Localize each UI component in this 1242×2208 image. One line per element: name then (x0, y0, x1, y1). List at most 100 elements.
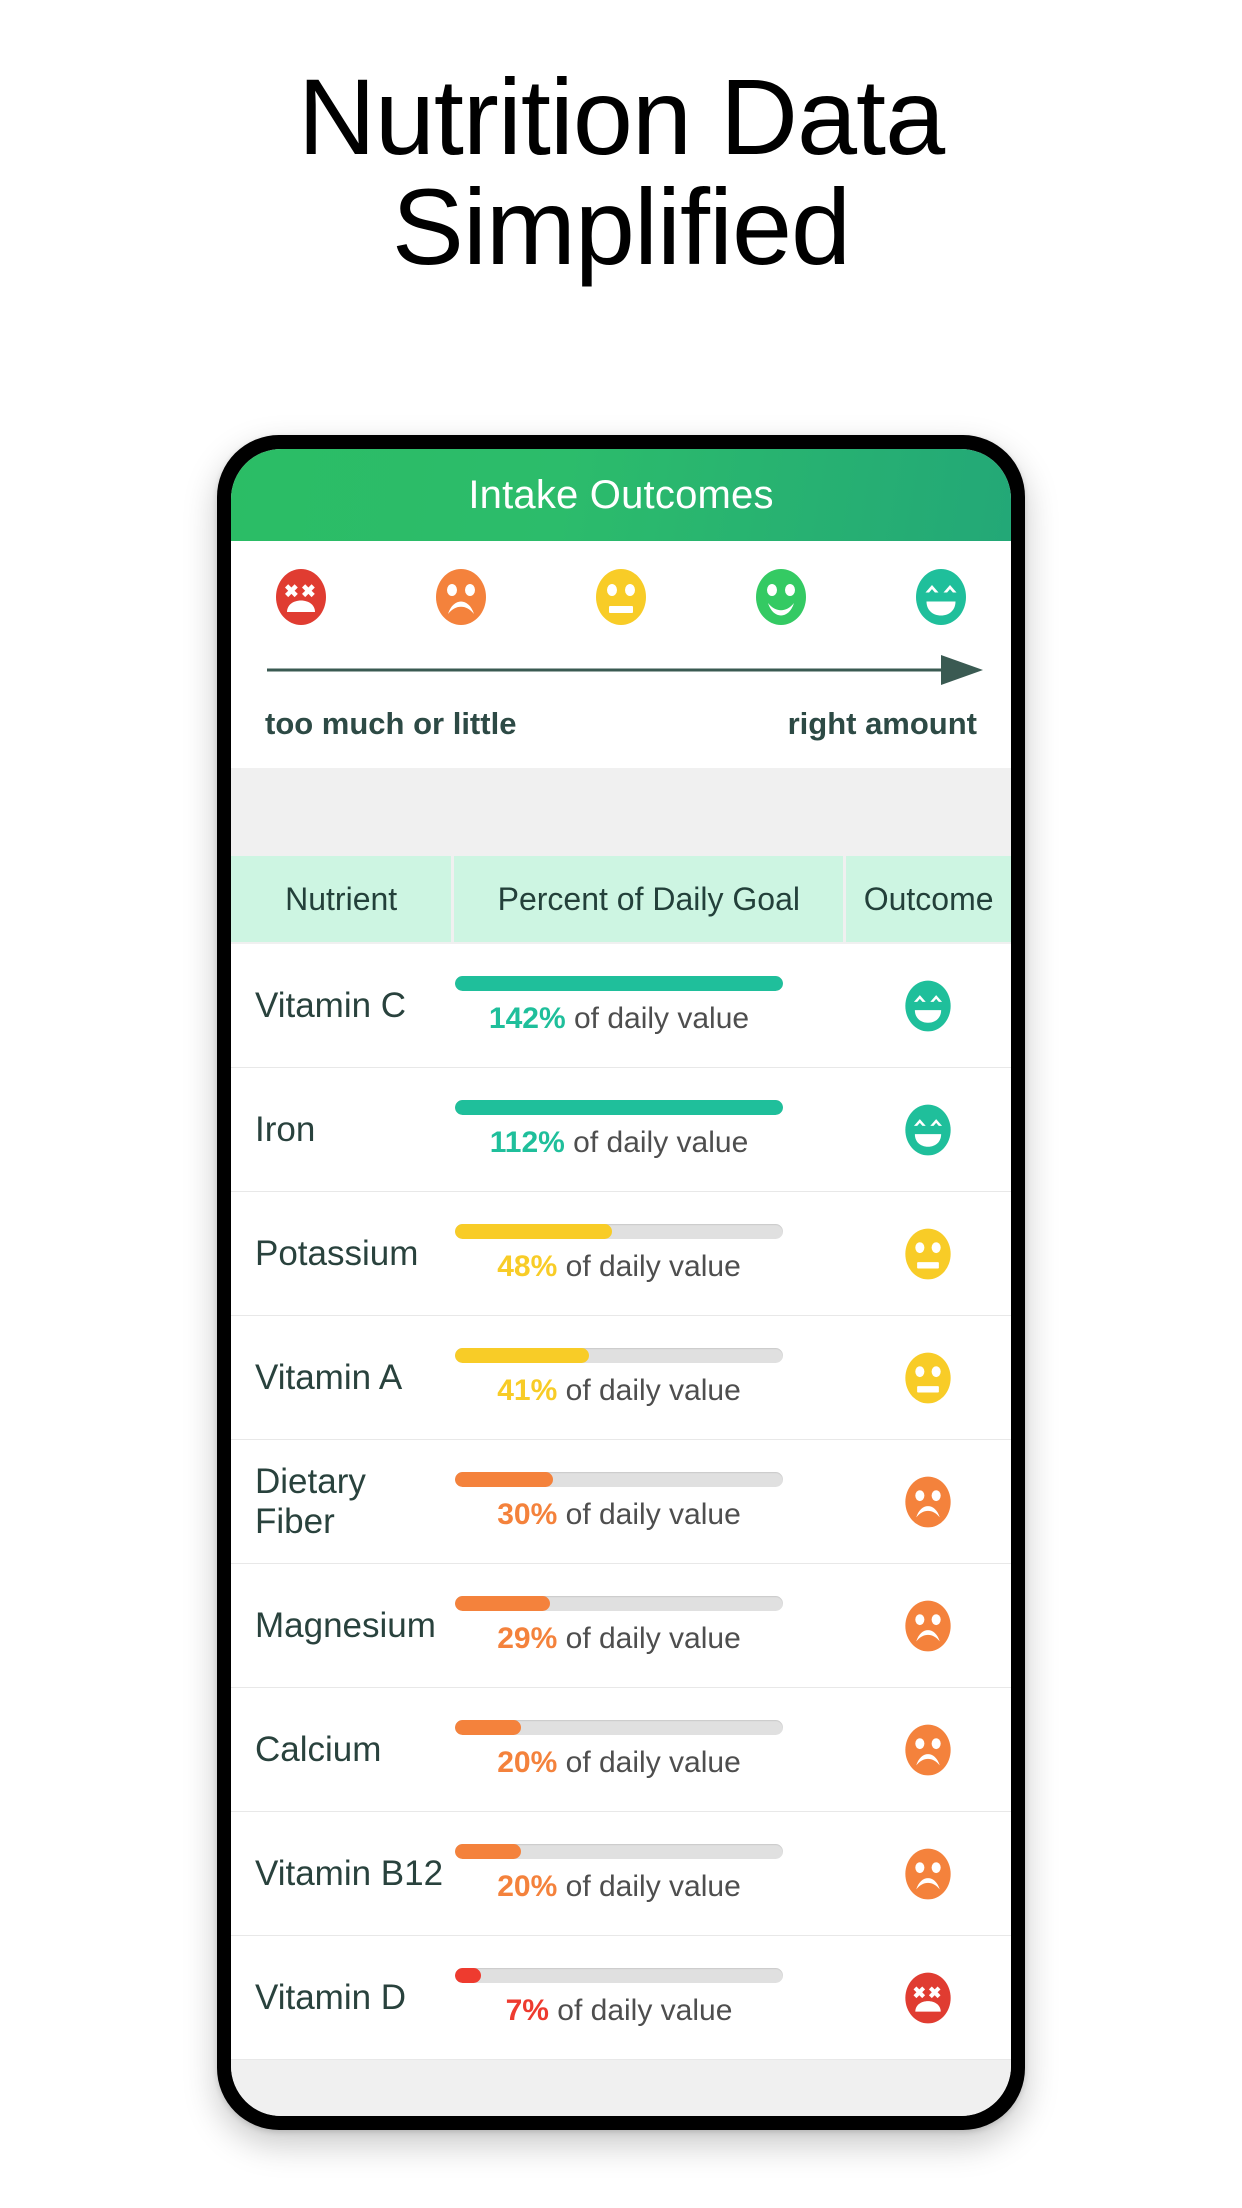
percent-caption: 30% of daily value (453, 1498, 785, 1532)
cell-percent: 41% of daily value (453, 1347, 845, 1408)
cell-percent: 29% of daily value (453, 1595, 845, 1656)
percent-suffix: of daily value (573, 1125, 749, 1159)
app-bar-title: Intake Outcomes (468, 472, 774, 517)
face-dead-red-icon (899, 1969, 957, 2027)
cell-percent: 142% of daily value (453, 975, 845, 1036)
cell-outcome (845, 977, 1011, 1035)
column-header-percent: Percent of Daily Goal (454, 856, 844, 942)
phone-body: Intake Outcomes too much or little right… (217, 435, 1025, 2130)
percent-value: 41% (497, 1373, 558, 1407)
cell-nutrient-name: Dietary Fiber (255, 1461, 366, 1541)
table-row[interactable]: Vitamin C 142% of daily value (231, 944, 1011, 1068)
outcome-legend-card: too much or little right amount (231, 541, 1011, 768)
face-sad-orange-icon (899, 1845, 957, 1903)
face-neutral-yellow-icon (589, 565, 653, 629)
table-body: Vitamin C 142% of daily value Iron 112% … (231, 944, 1011, 2060)
progress-bar-fill (455, 975, 783, 991)
progress-bar-track (455, 1099, 783, 1115)
legend-scale-arrow (261, 653, 983, 692)
table-row[interactable]: Vitamin B12 20% of daily value (231, 1812, 1011, 1936)
table-row[interactable]: Calcium 20% of daily value (231, 1688, 1011, 1812)
percent-suffix: of daily value (565, 1373, 741, 1407)
progress-bar-track (455, 1347, 783, 1363)
percent-suffix: of daily value (565, 1745, 741, 1779)
cell-outcome (845, 1597, 1011, 1655)
percent-value: 30% (497, 1497, 558, 1531)
progress-bar-track (455, 1719, 783, 1735)
percent-suffix: of daily value (557, 1993, 733, 2027)
nutrient-table: Nutrient Percent of Daily Goal Outcome V… (231, 856, 1011, 2060)
percent-caption: 29% of daily value (453, 1622, 785, 1656)
progress-bar-track (455, 1223, 783, 1239)
cell-percent: 48% of daily value (453, 1223, 845, 1284)
percent-value: 29% (497, 1621, 558, 1655)
progress-bar-track (455, 1967, 783, 1983)
percent-value: 20% (497, 1745, 558, 1779)
percent-suffix: of daily value (565, 1621, 741, 1655)
face-grin-teal-icon (899, 977, 957, 1035)
app-bar: Intake Outcomes (231, 449, 1011, 541)
table-header-row: Nutrient Percent of Daily Goal Outcome (231, 856, 1011, 944)
cell-outcome (845, 1969, 1011, 2027)
cell-nutrient-name: Vitamin D (255, 1977, 407, 2017)
face-grin-teal-icon (909, 565, 973, 629)
progress-bar-track (455, 1843, 783, 1859)
percent-caption: 112% of daily value (453, 1126, 785, 1160)
face-sad-orange-icon (429, 565, 493, 629)
percent-value: 7% (505, 1993, 549, 2027)
face-sad-orange-icon (899, 1473, 957, 1531)
cell-outcome (845, 1845, 1011, 1903)
page-title: Nutrition Data Simplified (0, 0, 1242, 282)
face-smile-green-icon (749, 565, 813, 629)
face-neutral-yellow-icon (899, 1349, 957, 1407)
progress-bar-fill (455, 1843, 521, 1859)
table-row[interactable]: Iron 112% of daily value (231, 1068, 1011, 1192)
cell-nutrient-name: Potassium (255, 1233, 419, 1273)
percent-caption: 7% of daily value (453, 1994, 785, 2028)
cell-nutrient-name: Iron (255, 1109, 316, 1149)
percent-value: 112% (489, 1125, 565, 1159)
progress-bar-fill (455, 1471, 554, 1487)
face-sad-orange-icon (899, 1721, 957, 1779)
cell-percent: 30% of daily value (453, 1471, 845, 1532)
cell-outcome (845, 1101, 1011, 1159)
percent-value: 20% (497, 1869, 558, 1903)
cell-percent: 7% of daily value (453, 1967, 845, 2028)
percent-suffix: of daily value (565, 1869, 741, 1903)
cell-percent: 20% of daily value (453, 1719, 845, 1780)
percent-caption: 48% of daily value (453, 1250, 785, 1284)
percent-caption: 20% of daily value (453, 1870, 785, 1904)
percent-suffix: of daily value (565, 1497, 741, 1531)
column-header-nutrient: Nutrient (231, 856, 452, 942)
screen-bottom-area (231, 2060, 1011, 2116)
percent-value: 142% (488, 1001, 566, 1035)
progress-bar-fill (455, 1223, 613, 1239)
cell-percent: 112% of daily value (453, 1099, 845, 1160)
table-row[interactable]: Magnesium 29% of daily value (231, 1564, 1011, 1688)
phone-mockup: Intake Outcomes too much or little right… (217, 435, 1025, 2145)
progress-bar-track (455, 975, 783, 991)
percent-suffix: of daily value (565, 1249, 741, 1283)
phone-screen: Intake Outcomes too much or little right… (231, 449, 1011, 2116)
table-row[interactable]: Vitamin D 7% of daily value (231, 1936, 1011, 2060)
cell-percent: 20% of daily value (453, 1843, 845, 1904)
face-dead-red-icon (269, 565, 333, 629)
legend-label-left: too much or little (265, 706, 517, 741)
progress-bar-fill (455, 1595, 551, 1611)
percent-value: 48% (497, 1249, 558, 1283)
table-row[interactable]: Potassium 48% of daily value (231, 1192, 1011, 1316)
cell-nutrient-name: Magnesium (255, 1605, 436, 1645)
legend-face-row (261, 559, 981, 629)
face-sad-orange-icon (899, 1597, 957, 1655)
cell-nutrient-name: Vitamin C (255, 985, 407, 1025)
percent-caption: 142% of daily value (453, 1002, 785, 1036)
cell-outcome (845, 1349, 1011, 1407)
percent-caption: 41% of daily value (453, 1374, 785, 1408)
progress-bar-fill (455, 1967, 482, 1983)
cell-outcome (845, 1721, 1011, 1779)
cell-outcome (845, 1473, 1011, 1531)
table-row[interactable]: Vitamin A 41% of daily value (231, 1316, 1011, 1440)
table-row[interactable]: Dietary Fiber 30% of daily value (231, 1440, 1011, 1564)
page-title-line-2: Simplified (391, 166, 851, 288)
face-neutral-yellow-icon (899, 1225, 957, 1283)
